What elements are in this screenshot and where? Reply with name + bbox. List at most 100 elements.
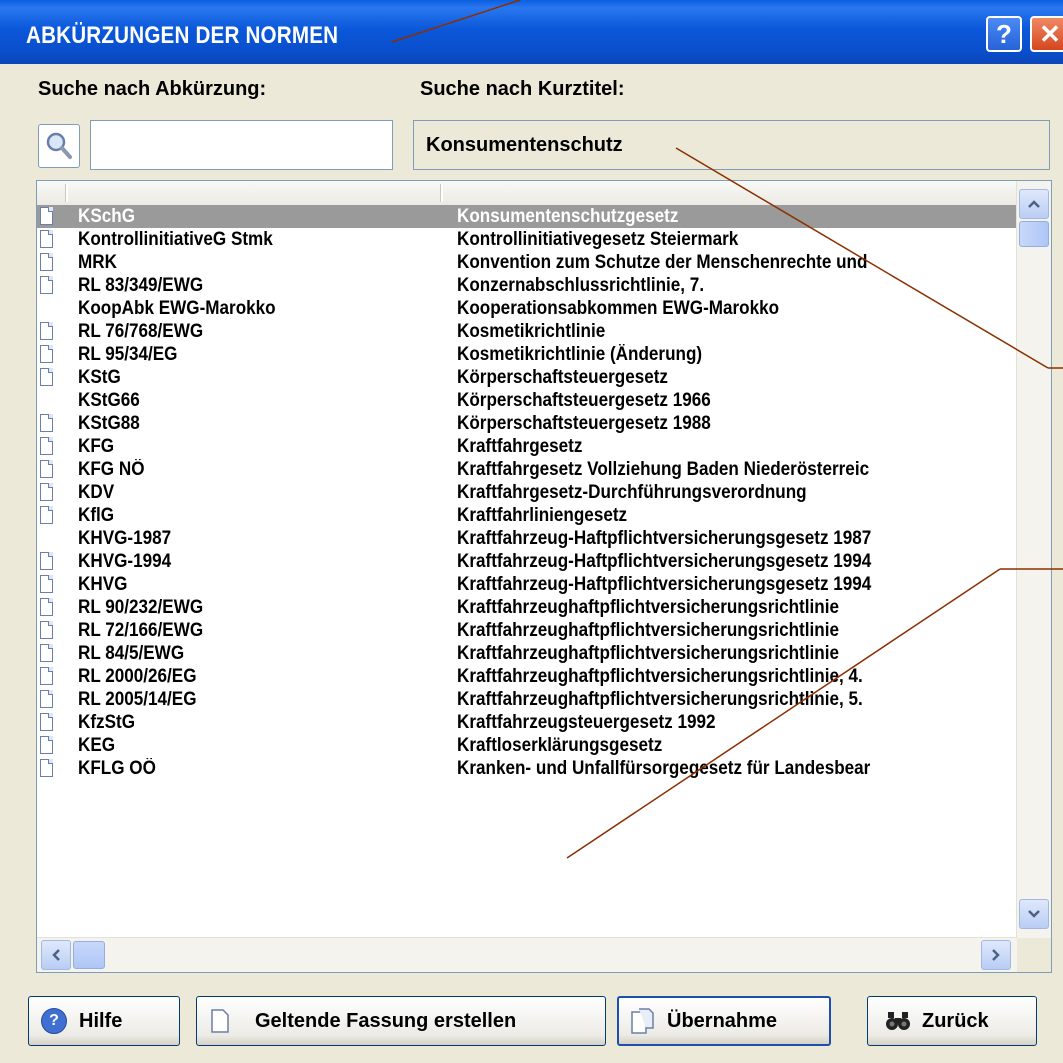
short-title-cell: Konzernabschlussrichtlinie, 7. [457,275,705,296]
short-title-cell: Kraftloserklärungsgesetz [457,735,663,756]
help-title-button[interactable]: ? [986,16,1022,52]
abbreviation-cell: RL 95/34/EG [78,344,178,365]
document-icon [40,368,53,386]
list-item[interactable]: KDV Kraftfahrgesetz-Durchführungsverordnu… [37,481,1017,504]
list-column-header [37,181,1017,206]
list-item[interactable]: KSchG Konsumentenschutzgesetz [37,205,1017,228]
document-icon [40,230,53,248]
list-item[interactable]: RL 84/5/EWG Kraftfahrzeughaftpflichtversi… [37,642,1017,665]
short-title-cell: Kooperationsabkommen EWG-Marokko [457,298,780,319]
list-item[interactable]: RL 95/34/EG Kosmetikrichtlinie (Änderung) [37,343,1017,366]
binoculars-icon [886,1010,910,1032]
search-icon [46,132,72,159]
list-item[interactable]: KStG66 Körperschaftsteuergesetz 1966 [37,389,1017,412]
chevron-left-icon [52,949,60,961]
short-title-cell: Körperschaftsteuergesetz 1988 [457,413,711,434]
abbreviation-cell: RL 76/768/EWG [78,321,204,342]
short-title-cell: Kraftfahrzeughaftpflichtversicherungsric… [457,597,839,618]
column-separator[interactable] [65,184,68,202]
list-item[interactable]: KStG Körperschaftsteuergesetz [37,366,1017,389]
short-title-cell: Kraftfahrliniengesetz [457,505,628,526]
horizontal-scrollbar[interactable] [37,937,1017,972]
list-item[interactable]: KFLG OÖ Kranken- und Unfallfürsorgegesetz… [37,757,1017,780]
short-title-cell: Kraftfahrgesetz Vollziehung Baden Nieder… [457,459,870,480]
short-title-cell: Kraftfahrzeughaftpflichtversicherungsric… [457,643,839,664]
chevron-right-icon [992,949,1000,961]
list-item[interactable]: KHVG-1994 Kraftfahrzeug-Haftpflichtversic… [37,550,1017,573]
list-item[interactable]: KHVG Kraftfahrzeug-Haftpflichtversicherun… [37,573,1017,596]
abk-search-label: Suche nach Abkürzung: [38,78,267,100]
geltende-fassung-button[interactable]: Geltende Fassung erstellen [196,996,606,1046]
document-icon [40,736,53,754]
list-item[interactable]: KHVG-1987 Kraftfahrzeug-Haftpflichtversic… [37,527,1017,550]
list-item[interactable]: MRK Konvention zum Schutze der Menschenre… [37,251,1017,274]
scroll-down-button[interactable] [1019,899,1049,929]
document-icon [40,207,53,225]
abbreviation-cell: KStG66 [78,390,140,411]
column-separator[interactable] [440,184,443,202]
abbreviation-cell: RL 84/5/EWG [78,643,185,664]
list-item[interactable]: RL 83/349/EWG Konzernabschlussrichtlinie,… [37,274,1017,297]
vertical-scrollbar[interactable] [1016,181,1051,938]
list-item[interactable]: KoopAbk EWG-Marokko Kooperationsabkommen … [37,297,1017,320]
list-item[interactable]: KflG Kraftfahrliniengesetz [37,504,1017,527]
short-title-cell: Kosmetikrichtlinie [457,321,606,342]
horizontal-scroll-thumb[interactable] [73,941,105,969]
short-title-cell: Kosmetikrichtlinie (Änderung) [457,344,703,365]
short-title-cell: Konsumentenschutzgesetz [457,206,679,227]
abbreviation-cell: KHVG-1987 [78,528,172,549]
list-item[interactable]: RL 76/768/EWG Kosmetikrichtlinie [37,320,1017,343]
list-item[interactable]: KStG88 Körperschaftsteuergesetz 1988 [37,412,1017,435]
document-icon [40,575,53,593]
list-rows: KSchG Konsumentenschutzgesetz Kontrollinit… [37,205,1017,780]
norm-list[interactable]: KSchG Konsumentenschutzgesetz Kontrollinit… [36,180,1052,973]
document-icon [40,598,53,616]
list-item[interactable]: KFG NÖ Kraftfahrgesetz Vollziehung Baden … [37,458,1017,481]
zurueck-button[interactable]: Zurück [867,996,1037,1046]
uebernahme-button[interactable]: Übernahme [617,996,831,1046]
list-item[interactable]: RL 2000/26/EG Kraftfahrzeughaftpflichtver… [37,665,1017,688]
scrollbar-corner [1017,938,1051,972]
list-item[interactable]: RL 2005/14/EG Kraftfahrzeughaftpflichtver… [37,688,1017,711]
list-item[interactable]: KEG Kraftloserklärungsgesetz [37,734,1017,757]
abbreviation-cell: KStG [78,367,121,388]
list-item[interactable]: KFG Kraftfahrgesetz [37,435,1017,458]
help-button[interactable]: ? Hilfe [28,996,180,1046]
scroll-left-button[interactable] [41,940,71,970]
document-icon [40,322,53,340]
document-icon [211,1009,229,1033]
question-icon: ? [41,1008,67,1034]
document-icon [40,460,53,478]
abk-search-input[interactable] [90,120,393,170]
list-item[interactable]: RL 72/166/EWG Kraftfahrzeughaftpflichtver… [37,619,1017,642]
abbreviation-cell: KontrollinitiativeG Stmk [78,229,273,250]
chevron-down-icon [1028,910,1040,918]
document-icon [40,414,53,432]
title-bar[interactable]: ABKÜRZUNGEN DER NORMEN ? ✕ [0,0,1063,64]
document-icon [40,644,53,662]
list-item[interactable]: KfzStG Kraftfahrzeugsteuergesetz 1992 [37,711,1017,734]
document-icon [40,621,53,639]
dialog-window: ABKÜRZUNGEN DER NORMEN ? ✕ Suche nach Ab… [0,0,1063,1063]
document-icon [40,713,53,731]
short-title-cell: Kraftfahrzeug-Haftpflichtversicherungsge… [457,574,872,595]
scroll-right-button[interactable] [981,940,1011,970]
window-title: ABKÜRZUNGEN DER NORMEN [26,22,339,49]
abbreviation-cell: MRK [78,252,117,273]
vertical-scroll-thumb[interactable] [1019,221,1049,247]
document-icon [40,253,53,271]
abbreviation-cell: KEG [78,735,116,756]
short-title-cell: Kraftfahrgesetz [457,436,583,457]
document-icon [40,690,53,708]
short-title-cell: Kraftfahrzeughaftpflichtversicherungsric… [457,666,863,687]
document-icon [40,483,53,501]
search-button[interactable] [38,124,80,168]
kurz-search-input[interactable] [413,120,1050,170]
close-button[interactable]: ✕ [1030,16,1063,52]
abbreviation-cell: KfzStG [78,712,135,733]
document-icon [40,552,53,570]
zurueck-label: Zurück [922,1009,989,1032]
list-item[interactable]: KontrollinitiativeG Stmk Kontrollinitiati… [37,228,1017,251]
scroll-up-button[interactable] [1019,189,1049,219]
list-item[interactable]: RL 90/232/EWG Kraftfahrzeughaftpflichtver… [37,596,1017,619]
